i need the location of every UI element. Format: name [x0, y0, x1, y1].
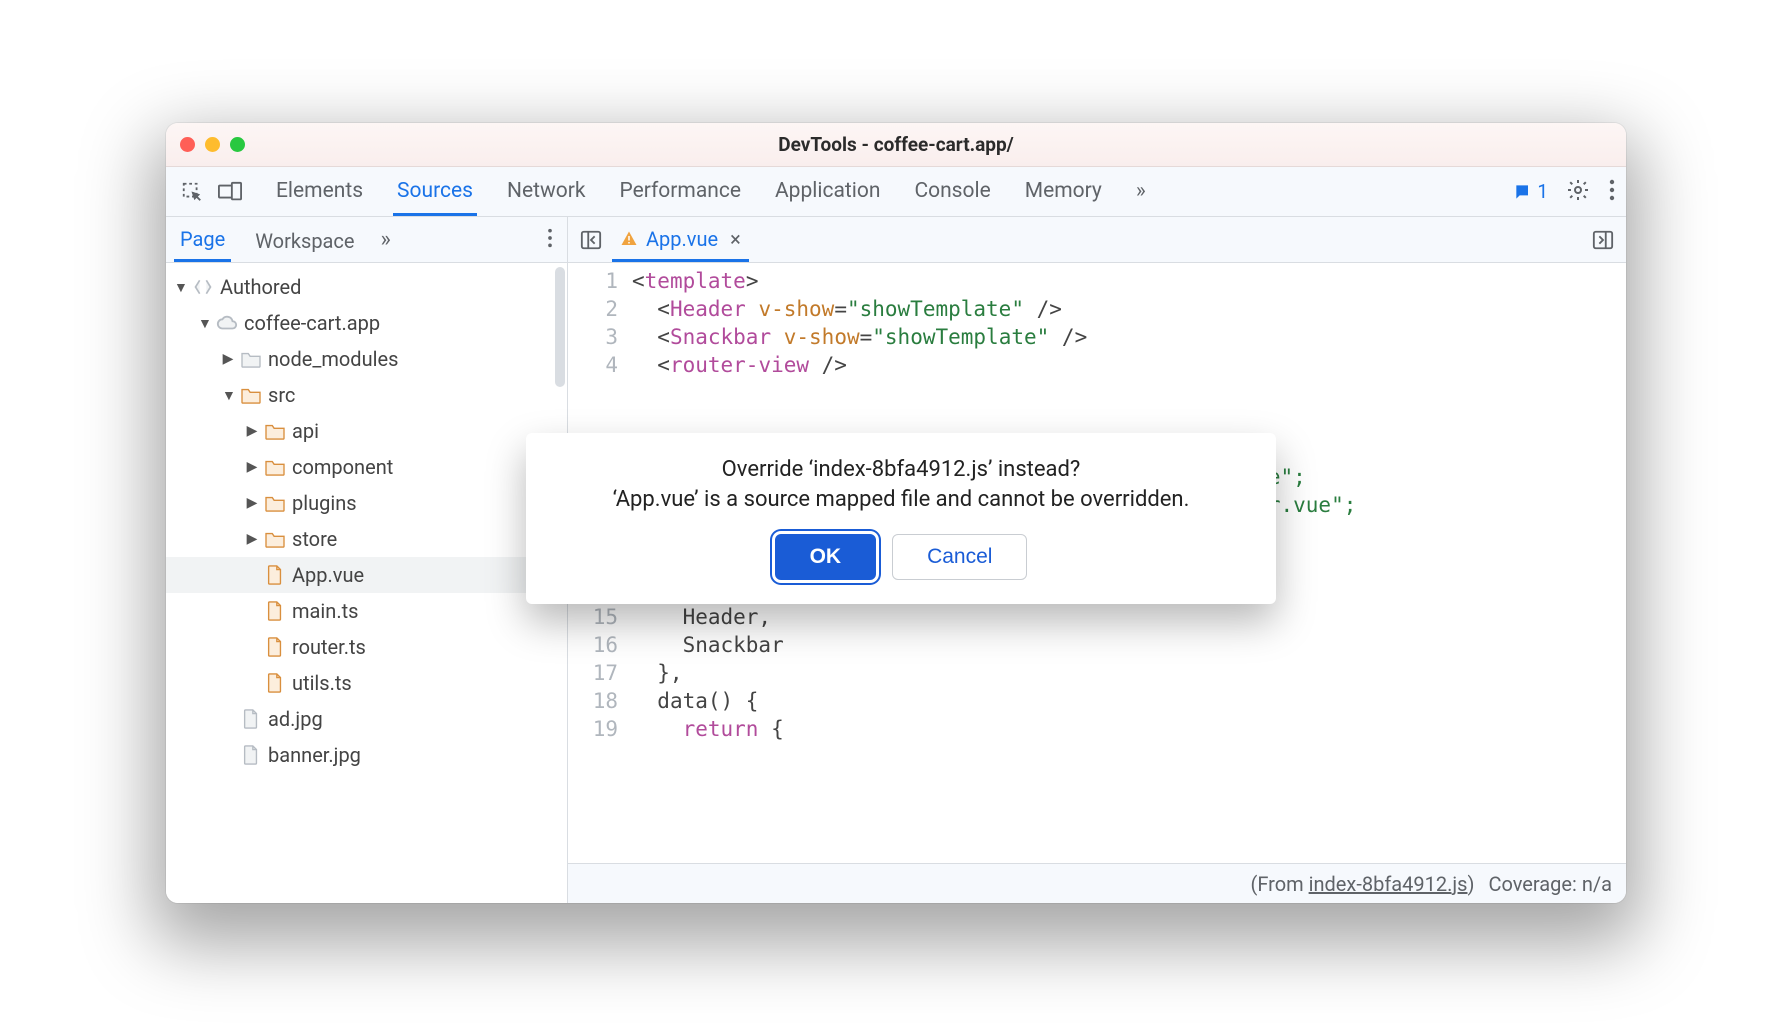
issues-count: 1: [1537, 180, 1548, 203]
folder-icon: [240, 348, 262, 370]
override-dialog: Override ‘index-8bfa4912.js’ instead? ‘A…: [526, 433, 1276, 604]
file-icon: [240, 708, 262, 730]
warning-icon: [620, 230, 638, 248]
tree-item[interactable]: ▶ component: [166, 449, 567, 485]
cancel-button[interactable]: Cancel: [892, 534, 1027, 580]
navigator-tabs: Page Workspace »: [166, 217, 567, 263]
editor-tab-appvue[interactable]: App.vue ×: [612, 217, 749, 262]
file-icon: [264, 672, 286, 694]
show-debugger-icon[interactable]: [1588, 229, 1618, 251]
brackets-icon: [192, 276, 214, 298]
dialog-line-1: Override ‘index-8bfa4912.js’ instead?: [722, 457, 1081, 482]
tab-performance[interactable]: Performance: [615, 167, 744, 216]
file-icon: [240, 744, 262, 766]
sourcemap-link[interactable]: index-8bfa4912.js: [1309, 872, 1468, 896]
tree-item[interactable]: ▶ api: [166, 413, 567, 449]
tree-item-label: App.vue: [292, 563, 364, 587]
tree-item-label: ad.jpg: [268, 707, 323, 731]
tab-memory[interactable]: Memory: [1021, 167, 1106, 216]
devtools-window: DevTools - coffee-cart.app/ Elements Sou…: [166, 123, 1626, 903]
navigator-sidebar: Page Workspace » ▼ Authored ▼ coffee-cart.a…: [166, 217, 568, 903]
tree-item[interactable]: utils.ts: [166, 665, 567, 701]
tree-item-label: plugins: [292, 491, 357, 515]
zoom-window-button[interactable]: [230, 137, 245, 152]
folder-icon: [264, 420, 286, 442]
tree-item-label: api: [292, 419, 319, 443]
tree-item-label: Authored: [220, 275, 301, 299]
scrollbar-thumb[interactable]: [555, 267, 565, 387]
titlebar: DevTools - coffee-cart.app/: [166, 123, 1626, 167]
editor-tabstrip: App.vue ×: [568, 217, 1626, 263]
tree-item-label: main.ts: [292, 599, 358, 623]
sourcemap-origin: (From index-8bfa4912.js): [1250, 872, 1474, 896]
tree-item[interactable]: App.vue: [166, 557, 567, 593]
tree-item[interactable]: ▼ coffee-cart.app: [166, 305, 567, 341]
window-title: DevTools - coffee-cart.app/: [166, 133, 1626, 156]
file-icon: [264, 600, 286, 622]
file-icon: [264, 636, 286, 658]
tree-item[interactable]: router.ts: [166, 629, 567, 665]
tree-item-label: banner.jpg: [268, 743, 361, 767]
inspect-element-icon[interactable]: [176, 176, 208, 208]
close-window-button[interactable]: [180, 137, 195, 152]
tree-item[interactable]: ▼ src: [166, 377, 567, 413]
navigator-tabs-overflow[interactable]: »: [381, 227, 391, 252]
coverage-status: Coverage: n/a: [1488, 872, 1612, 896]
tree-item-label: node_modules: [268, 347, 398, 371]
editor-tab-label: App.vue: [646, 227, 718, 251]
expand-arrow-icon[interactable]: ▶: [246, 423, 258, 439]
tree-item[interactable]: ▶ store: [166, 521, 567, 557]
device-toolbar-icon[interactable]: [214, 176, 246, 208]
tree-item-label: router.ts: [292, 635, 366, 659]
tree-item-label: component: [292, 455, 393, 479]
tab-network[interactable]: Network: [503, 167, 590, 216]
devtools-tabs: Elements Sources Network Performance App…: [272, 167, 1507, 216]
tree-item-label: src: [268, 383, 295, 407]
folder-icon: [240, 384, 262, 406]
navigator-tab-workspace[interactable]: Workspace: [249, 219, 360, 261]
navigator-more-icon[interactable]: [547, 227, 559, 253]
minimize-window-button[interactable]: [205, 137, 220, 152]
folder-icon: [264, 492, 286, 514]
tab-sources[interactable]: Sources: [393, 167, 477, 216]
tree-item[interactable]: main.ts: [166, 593, 567, 629]
close-tab-icon[interactable]: ×: [730, 227, 741, 251]
tree-item-label: utils.ts: [292, 671, 352, 695]
tab-elements[interactable]: Elements: [272, 167, 367, 216]
tree-item[interactable]: ▶ plugins: [166, 485, 567, 521]
cloud-icon: [216, 312, 238, 334]
tree-item-label: store: [292, 527, 337, 551]
tree-item[interactable]: ad.jpg: [166, 701, 567, 737]
devtools-toolbar: Elements Sources Network Performance App…: [166, 167, 1626, 217]
folder-icon: [264, 528, 286, 550]
tree-item-label: coffee-cart.app: [244, 311, 380, 335]
tabs-overflow[interactable]: »: [1132, 167, 1150, 216]
expand-arrow-icon[interactable]: ▶: [246, 459, 258, 475]
expand-arrow-icon[interactable]: ▼: [198, 315, 210, 332]
editor-statusbar: (From index-8bfa4912.js) Coverage: n/a: [568, 863, 1626, 903]
more-menu-icon[interactable]: [1608, 178, 1616, 206]
tree-item[interactable]: ▶ node_modules: [166, 341, 567, 377]
tab-application[interactable]: Application: [771, 167, 884, 216]
ok-button[interactable]: OK: [775, 534, 877, 580]
file-icon: [264, 564, 286, 586]
window-controls: [180, 137, 245, 152]
settings-icon[interactable]: [1566, 178, 1590, 206]
expand-arrow-icon[interactable]: ▶: [246, 531, 258, 547]
folder-icon: [264, 456, 286, 478]
expand-arrow-icon[interactable]: ▼: [174, 279, 186, 296]
file-tree[interactable]: ▼ Authored ▼ coffee-cart.app ▶ node_modules ▼ s…: [166, 263, 567, 903]
dialog-line-2: ‘App.vue’ is a source mapped file and ca…: [613, 487, 1190, 512]
expand-arrow-icon[interactable]: ▼: [222, 387, 234, 404]
tree-item[interactable]: ▼ Authored: [166, 269, 567, 305]
expand-arrow-icon[interactable]: ▶: [246, 495, 258, 511]
show-navigator-icon[interactable]: [576, 229, 606, 251]
navigator-tab-page[interactable]: Page: [174, 217, 231, 262]
tree-item[interactable]: banner.jpg: [166, 737, 567, 773]
issues-badge[interactable]: 1: [1513, 180, 1548, 203]
tab-console[interactable]: Console: [910, 167, 994, 216]
expand-arrow-icon[interactable]: ▶: [222, 351, 234, 367]
